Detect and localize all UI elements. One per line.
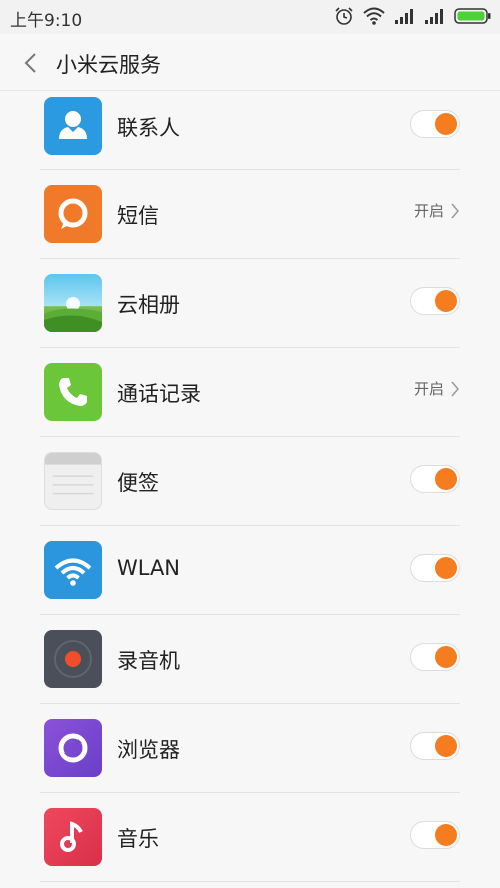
signal-icon bbox=[425, 9, 443, 24]
list-item-label: 音乐 bbox=[117, 827, 159, 851]
alarm-icon bbox=[335, 7, 353, 25]
sync-toggle[interactable] bbox=[410, 465, 460, 493]
gallery-icon bbox=[44, 274, 102, 332]
battery-icon bbox=[454, 8, 491, 24]
toggle-knob bbox=[435, 824, 457, 846]
list-item-label: 云相册 bbox=[117, 293, 180, 317]
list-item-call-log[interactable]: 通话记录 开启 bbox=[0, 348, 500, 437]
chevron-right-icon bbox=[451, 381, 459, 396]
page-title: 小米云服务 bbox=[56, 53, 161, 77]
status-time: 上午9:10 bbox=[10, 11, 83, 31]
sync-toggle[interactable] bbox=[410, 821, 460, 849]
list-item-music[interactable]: 音乐 bbox=[0, 793, 500, 882]
toggle-knob bbox=[435, 646, 457, 668]
status-text: 开启 bbox=[413, 380, 444, 398]
sync-toggle[interactable] bbox=[410, 110, 460, 138]
status-link[interactable]: 开启 bbox=[414, 378, 460, 399]
list-item-label: 短信 bbox=[117, 204, 159, 228]
toggle-knob bbox=[435, 557, 457, 579]
toggle-knob bbox=[435, 113, 457, 135]
list-item-gallery[interactable]: 云相册 bbox=[0, 259, 500, 348]
list-item-label: 通话记录 bbox=[117, 382, 201, 406]
toggle-knob bbox=[435, 290, 457, 312]
list-item-recorder[interactable]: 录音机 bbox=[0, 615, 500, 704]
sync-toggle[interactable] bbox=[410, 287, 460, 315]
list-item-sms[interactable]: 短信 开启 bbox=[0, 170, 500, 259]
chevron-right-icon bbox=[451, 203, 459, 218]
list-item-label: 联系人 bbox=[117, 116, 180, 140]
list-item-label: WLAN bbox=[117, 556, 181, 580]
list-item-contacts[interactable]: 联系人 bbox=[0, 90, 500, 170]
sync-toggle[interactable] bbox=[410, 643, 460, 671]
service-list: 联系人 短信 开启 云相册 通话记录 开启 便签 WLAN 录音机 浏览器 音乐 bbox=[0, 90, 500, 882]
list-item-label: 录音机 bbox=[117, 649, 180, 673]
list-item-label: 浏览器 bbox=[117, 738, 180, 762]
music-icon bbox=[44, 808, 102, 866]
status-icons bbox=[334, 6, 492, 26]
toggle-knob bbox=[435, 735, 457, 757]
phone-icon bbox=[44, 363, 102, 421]
sms-icon bbox=[44, 185, 102, 243]
wifi-icon bbox=[363, 7, 385, 25]
sync-toggle[interactable] bbox=[410, 554, 460, 582]
browser-icon bbox=[44, 719, 102, 777]
list-item-notes[interactable]: 便签 bbox=[0, 437, 500, 526]
chevron-left-icon bbox=[24, 53, 36, 73]
contacts-icon bbox=[44, 97, 102, 155]
divider bbox=[40, 881, 460, 882]
back-button[interactable] bbox=[14, 46, 48, 80]
status-link[interactable]: 开启 bbox=[414, 200, 460, 221]
list-item-wlan[interactable]: WLAN bbox=[0, 526, 500, 615]
status-bar: 上午9:10 bbox=[0, 0, 500, 34]
wifi-icon bbox=[44, 541, 102, 599]
signal-icon bbox=[395, 9, 413, 24]
notes-icon bbox=[44, 452, 102, 510]
sync-toggle[interactable] bbox=[410, 732, 460, 760]
list-item-label: 便签 bbox=[117, 471, 159, 495]
list-item-browser[interactable]: 浏览器 bbox=[0, 704, 500, 793]
status-text: 开启 bbox=[413, 202, 444, 220]
recorder-icon bbox=[44, 630, 102, 688]
toggle-knob bbox=[435, 468, 457, 490]
header: 小米云服务 bbox=[0, 34, 500, 91]
